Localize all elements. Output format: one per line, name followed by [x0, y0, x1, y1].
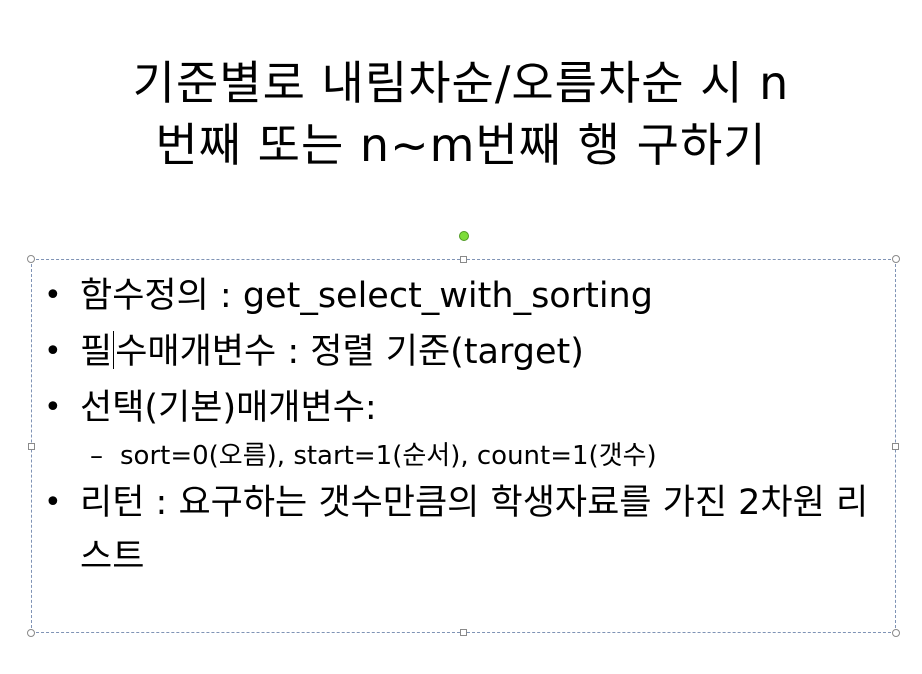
bullet-item: • 리턴 : 요구하는 갯수만큼의 학생자료를 가진 2차원 리스트 [40, 476, 880, 584]
bullet-dot: • [44, 278, 62, 313]
bullet-text-before-caret: 필 [80, 332, 113, 372]
bullet-text: 함수정의 : get_select_with_sorting [80, 276, 653, 316]
bullet-text: 리턴 : 요구하는 갯수만큼의 학생자료를 가진 2차원 리스트 [80, 483, 869, 577]
resize-handle-top-left[interactable] [27, 255, 35, 263]
resize-handle-bottom-right[interactable] [892, 629, 900, 637]
bullet-item: • 선택(기본)매개변수: [40, 380, 890, 436]
bullet-dot: • [44, 485, 62, 520]
resize-handle-middle-left[interactable] [28, 443, 35, 450]
resize-handle-middle-right[interactable] [892, 443, 899, 450]
bullet-list[interactable]: • 함수정의 : get_select_with_sorting • 필수매개변… [40, 268, 890, 584]
sub-bullet-item: – sort=0(오름), start=1(순서), count=1(갯수) [40, 436, 890, 476]
rotate-handle[interactable] [459, 231, 469, 241]
bullet-dot: • [44, 390, 62, 425]
sub-bullet-text: sort=0(오름), start=1(순서), count=1(갯수) [120, 441, 657, 471]
bullet-text-after-caret: 수매개변수 : 정렬 기준(target) [115, 332, 584, 372]
bullet-dot: • [44, 334, 62, 369]
title-line-2: 번째 또는 n~m번째 행 구하기 [155, 118, 767, 172]
bullet-item: • 함수정의 : get_select_with_sorting [40, 268, 890, 324]
title-line-1: 기준별로 내림차순/오름차순 시 n [132, 56, 790, 110]
resize-handle-bottom-left[interactable] [27, 629, 35, 637]
bullet-item: • 필수매개변수 : 정렬 기준(target) [40, 324, 890, 380]
sub-bullet-dash: – [90, 441, 103, 471]
resize-handle-top-center[interactable] [460, 256, 467, 263]
slide-title[interactable]: 기준별로 내림차순/오름차순 시 n 번째 또는 n~m번째 행 구하기 [20, 52, 902, 176]
resize-handle-bottom-center[interactable] [460, 629, 467, 636]
bullet-text: 선택(기본)매개변수: [80, 388, 377, 428]
resize-handle-top-right[interactable] [892, 255, 900, 263]
